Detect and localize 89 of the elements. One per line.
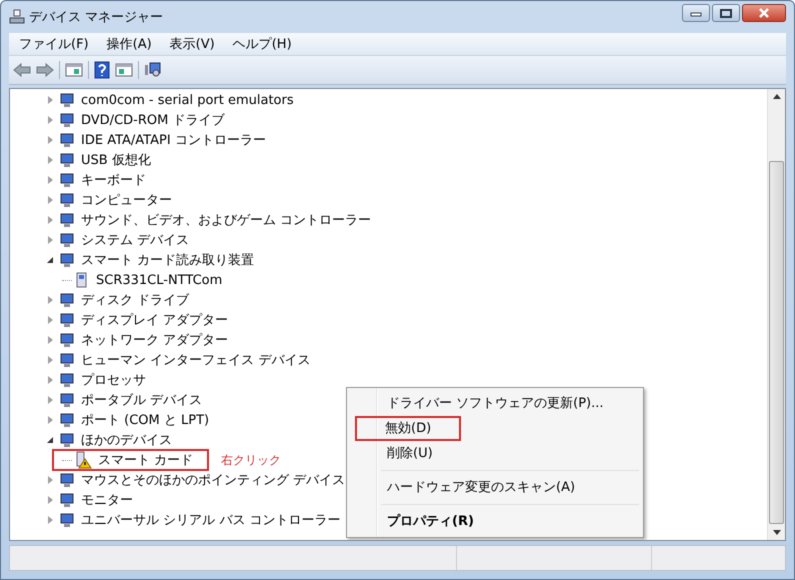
forward-icon[interactable] xyxy=(36,63,54,77)
tree-item[interactable]: ほかのデバイス xyxy=(81,431,172,449)
window-title: デバイス マネージャー xyxy=(29,9,164,26)
device-icon xyxy=(59,412,75,428)
device-icon xyxy=(59,172,75,188)
menu-item[interactable]: ヘルプ(H) xyxy=(232,35,292,53)
tree-item[interactable]: キーボード xyxy=(81,171,146,189)
close-icon xyxy=(758,8,770,18)
device-icon xyxy=(59,332,75,348)
expand-arrow-icon[interactable] xyxy=(48,476,53,484)
tree-item[interactable]: ポート (COM と LPT) xyxy=(81,411,210,429)
scan-icon[interactable] xyxy=(144,62,162,78)
tree-item[interactable]: USB 仮想化 xyxy=(81,151,151,169)
tree-item[interactable]: ヒューマン インターフェイス デバイス xyxy=(81,351,310,369)
panel-icon[interactable] xyxy=(65,62,83,78)
context-menu-item[interactable]: 無効(D) xyxy=(355,416,462,441)
expand-arrow-icon[interactable] xyxy=(48,116,53,124)
tree-item[interactable]: IDE ATA/ATAPI コントローラー xyxy=(81,131,266,149)
expand-arrow-icon[interactable] xyxy=(48,516,53,524)
device-icon xyxy=(59,212,75,228)
menu-item[interactable]: 表示(V) xyxy=(170,35,215,53)
device-icon xyxy=(59,352,75,368)
expand-arrow-icon[interactable] xyxy=(48,316,53,324)
maximize-button[interactable] xyxy=(712,4,740,22)
close-button[interactable] xyxy=(742,4,786,22)
context-menu-item[interactable]: ドライバー ソフトウェアの更新(P)... xyxy=(351,391,616,416)
context-menu-item[interactable]: 削除(U) xyxy=(351,441,445,466)
context-menu-item[interactable]: ハードウェア変更のスキャン(A) xyxy=(351,475,588,500)
expand-arrow-icon[interactable] xyxy=(48,416,53,424)
expand-arrow-icon[interactable] xyxy=(48,496,53,504)
expand-arrow-icon[interactable] xyxy=(48,396,53,404)
help-icon[interactable] xyxy=(94,61,110,79)
expand-arrow-icon[interactable] xyxy=(48,336,53,344)
collapse-arrow-icon[interactable] xyxy=(47,257,53,263)
scroll-up-icon[interactable] xyxy=(772,93,780,99)
device-icon xyxy=(59,252,75,268)
tree-item[interactable]: マウスとそのほかのポインティング デバイス xyxy=(81,471,346,489)
tree-item[interactable]: モニター xyxy=(81,491,133,509)
tree-item[interactable]: サウンド、ビデオ、およびゲーム コントローラー xyxy=(81,211,372,229)
tree-item[interactable]: ユニバーサル シリアル バス コントローラー xyxy=(81,511,340,529)
menu-item[interactable]: ファイル(F) xyxy=(19,35,89,53)
device-icon xyxy=(59,152,75,168)
computer-icon xyxy=(9,9,25,25)
device-icon xyxy=(59,132,75,148)
device-icon xyxy=(59,492,75,508)
device-icon xyxy=(59,392,75,408)
expand-arrow-icon[interactable] xyxy=(48,136,53,144)
maximize-icon xyxy=(720,8,732,18)
expand-arrow-icon[interactable] xyxy=(48,236,53,244)
device-icon xyxy=(59,372,75,388)
menu-item[interactable]: 操作(A) xyxy=(106,35,152,53)
device-icon xyxy=(59,512,75,528)
panel-icon[interactable] xyxy=(115,62,133,78)
device-icon xyxy=(59,92,75,108)
tree-item[interactable]: SCR331CL-NTTCom xyxy=(96,272,222,288)
expand-arrow-icon[interactable] xyxy=(48,356,53,364)
tree-item[interactable]: スマート カード読み取り装置 xyxy=(81,251,254,269)
tree-item[interactable]: プロセッサ xyxy=(81,371,146,389)
expand-arrow-icon[interactable] xyxy=(48,376,53,384)
scroll-down-icon[interactable] xyxy=(772,530,780,536)
scrollbar[interactable] xyxy=(767,89,785,540)
tree-item[interactable]: ディスク ドライブ xyxy=(81,291,190,309)
device-icon xyxy=(59,292,75,308)
device-icon xyxy=(59,192,75,208)
tree-item[interactable]: ネットワーク アダプター xyxy=(81,331,228,349)
scrollbar-thumb[interactable] xyxy=(769,161,784,524)
back-icon[interactable] xyxy=(13,63,31,77)
tree-item[interactable]: システム デバイス xyxy=(81,231,190,249)
expand-arrow-icon[interactable] xyxy=(48,176,53,184)
collapse-arrow-icon[interactable] xyxy=(47,437,53,443)
tree-item[interactable]: DVD/CD-ROM ドライブ xyxy=(81,111,224,129)
tree-item[interactable]: スマート カード xyxy=(98,451,194,469)
device-icon xyxy=(59,432,75,448)
expand-arrow-icon[interactable] xyxy=(48,296,53,304)
expand-arrow-icon[interactable] xyxy=(48,216,53,224)
tree-item[interactable]: ポータブル デバイス xyxy=(81,391,202,409)
minimize-button[interactable] xyxy=(682,4,710,22)
device-icon xyxy=(59,472,75,488)
tree-item[interactable]: ディスプレイ アダプター xyxy=(81,311,228,329)
device-icon xyxy=(59,312,75,328)
tree-item[interactable]: コンピューター xyxy=(81,191,172,209)
context-menu-item[interactable]: プロパティ(R) xyxy=(351,509,486,534)
tree-item[interactable]: com0com - serial port emulators xyxy=(81,92,294,108)
device-icon xyxy=(59,112,75,128)
callout-label: 右クリック xyxy=(221,452,282,468)
expand-arrow-icon[interactable] xyxy=(48,96,53,104)
expand-arrow-icon[interactable] xyxy=(48,196,53,204)
device-icon xyxy=(59,232,75,248)
expand-arrow-icon[interactable] xyxy=(48,156,53,164)
